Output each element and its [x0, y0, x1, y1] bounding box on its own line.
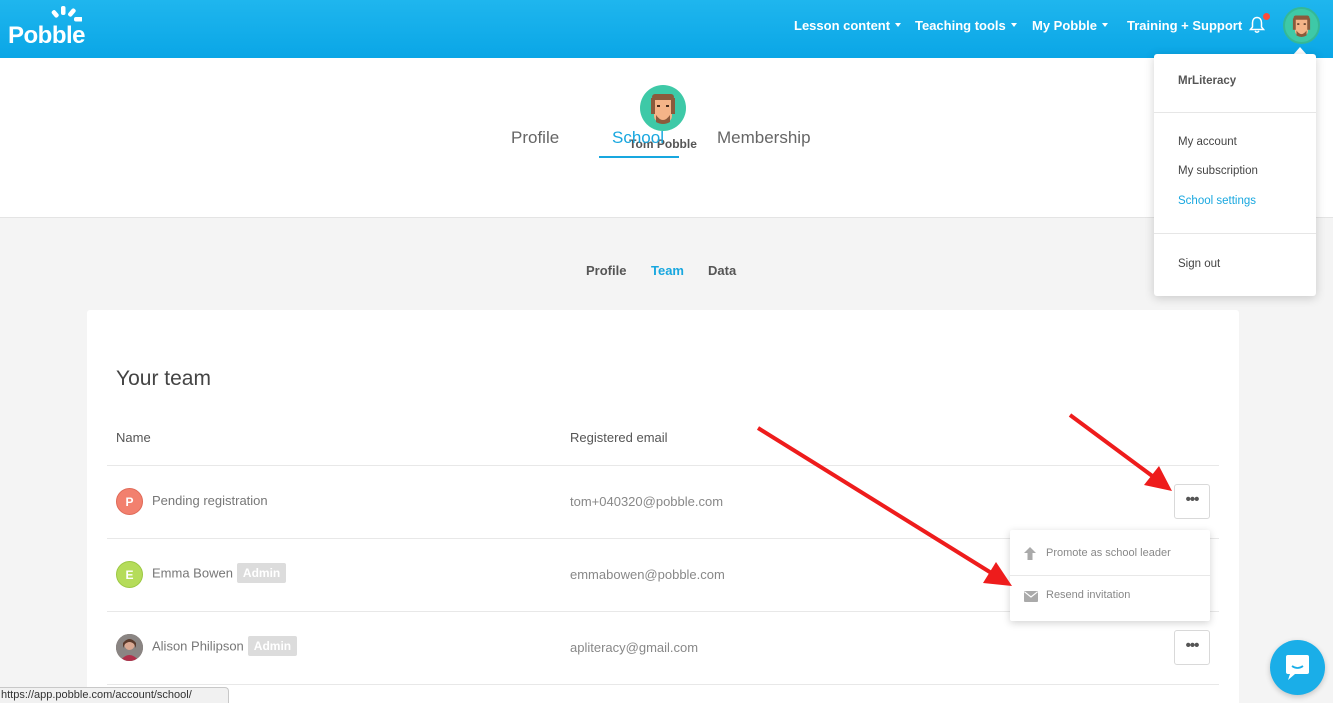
subtab-profile[interactable]: Profile [586, 263, 626, 278]
admin-badge: Admin [247, 636, 298, 656]
menu-item-label: Promote as school leader [1046, 547, 1171, 559]
notification-dot [1263, 13, 1270, 20]
row-divider [107, 684, 1219, 685]
caret-down-icon [1102, 22, 1109, 27]
team-title: Your team [116, 367, 211, 390]
member-name-text: Emma Bowen [152, 565, 233, 581]
member-email: apliteracy@gmail.com [570, 640, 699, 655]
caret-down-icon [895, 22, 902, 27]
row-more-button[interactable]: ••• [1174, 630, 1210, 665]
nav-label: My Pobble [1032, 18, 1098, 33]
member-name: Pending registration [152, 493, 268, 508]
arrow-up-icon [1024, 547, 1036, 560]
status-bar-url: https://app.pobble.com/account/school/ [0, 687, 229, 703]
profile-header: Tom Pobble [0, 58, 1333, 218]
menu-divider [1154, 112, 1316, 113]
caret-down-icon [1010, 22, 1017, 27]
menu-my-account[interactable]: My account [1178, 136, 1237, 148]
member-photo-avatar [116, 634, 143, 661]
nav-teaching-tools[interactable]: Teaching tools [915, 18, 1017, 33]
menu-item-label: Resend invitation [1046, 589, 1131, 601]
member-initial-avatar: E [116, 561, 143, 588]
pobble-logo[interactable]: Pobble [8, 6, 86, 50]
account-avatar[interactable] [1283, 7, 1320, 44]
menu-sign-out[interactable]: Sign out [1178, 258, 1220, 270]
logo-text: Pobble [8, 22, 86, 49]
chat-bubble-icon [1286, 655, 1309, 680]
menu-school-settings[interactable]: School settings [1178, 195, 1256, 207]
column-header-name: Name [116, 430, 151, 445]
menu-my-subscription[interactable]: My subscription [1178, 165, 1258, 177]
nav-training-support[interactable]: Training + Support [1127, 18, 1242, 33]
nav-label: Training + Support [1127, 18, 1243, 33]
account-username: MrLiteracy [1178, 75, 1237, 87]
ellipsis-icon: ••• [1185, 637, 1200, 654]
menu-divider [1154, 233, 1316, 234]
subtab-data[interactable]: Data [708, 263, 736, 278]
envelope-icon [1024, 591, 1038, 602]
row-action-menu: Promote as school leader Resend invitati… [1010, 530, 1210, 621]
row-more-button[interactable]: ••• [1174, 484, 1210, 519]
member-email: emmabowen@pobble.com [570, 567, 725, 582]
nav-label: Teaching tools [915, 18, 1006, 33]
promote-menu-item[interactable]: Promote as school leader [1010, 530, 1210, 575]
nav-lesson-content[interactable]: Lesson content [794, 18, 902, 33]
user-avatar-icon [651, 94, 675, 124]
resend-invitation-menu-item[interactable]: Resend invitation [1010, 576, 1210, 621]
row-divider [107, 465, 1219, 466]
admin-badge: Admin [236, 563, 287, 583]
profile-avatar [640, 85, 686, 131]
person-photo-icon [116, 634, 143, 661]
column-header-email: Registered email [570, 430, 668, 445]
tab-membership[interactable]: Membership [717, 128, 811, 148]
subtab-team[interactable]: Team [651, 263, 684, 278]
member-name-text: Alison Philipson [152, 638, 244, 654]
member-name: Emma Bowen Admin [152, 563, 287, 584]
nav-my-pobble[interactable]: My Pobble [1032, 18, 1109, 33]
member-initial-avatar: P [116, 488, 143, 515]
nav-label: Lesson content [794, 18, 891, 33]
tab-profile[interactable]: Profile [511, 128, 559, 148]
account-dropdown: MrLiteracy My account My subscription Sc… [1154, 54, 1316, 296]
member-name: Alison Philipson Admin [152, 636, 298, 657]
top-navbar: Pobble Lesson content Teaching tools My … [0, 0, 1333, 58]
bell-icon[interactable] [1249, 16, 1265, 34]
user-avatar-icon [1292, 15, 1311, 37]
member-name-text: Pending registration [152, 493, 268, 508]
tab-school[interactable]: School [612, 128, 664, 148]
ellipsis-icon: ••• [1185, 491, 1200, 508]
active-tab-indicator [599, 156, 679, 158]
member-email: tom+040320@pobble.com [570, 494, 724, 509]
chat-widget-button[interactable] [1270, 640, 1325, 695]
